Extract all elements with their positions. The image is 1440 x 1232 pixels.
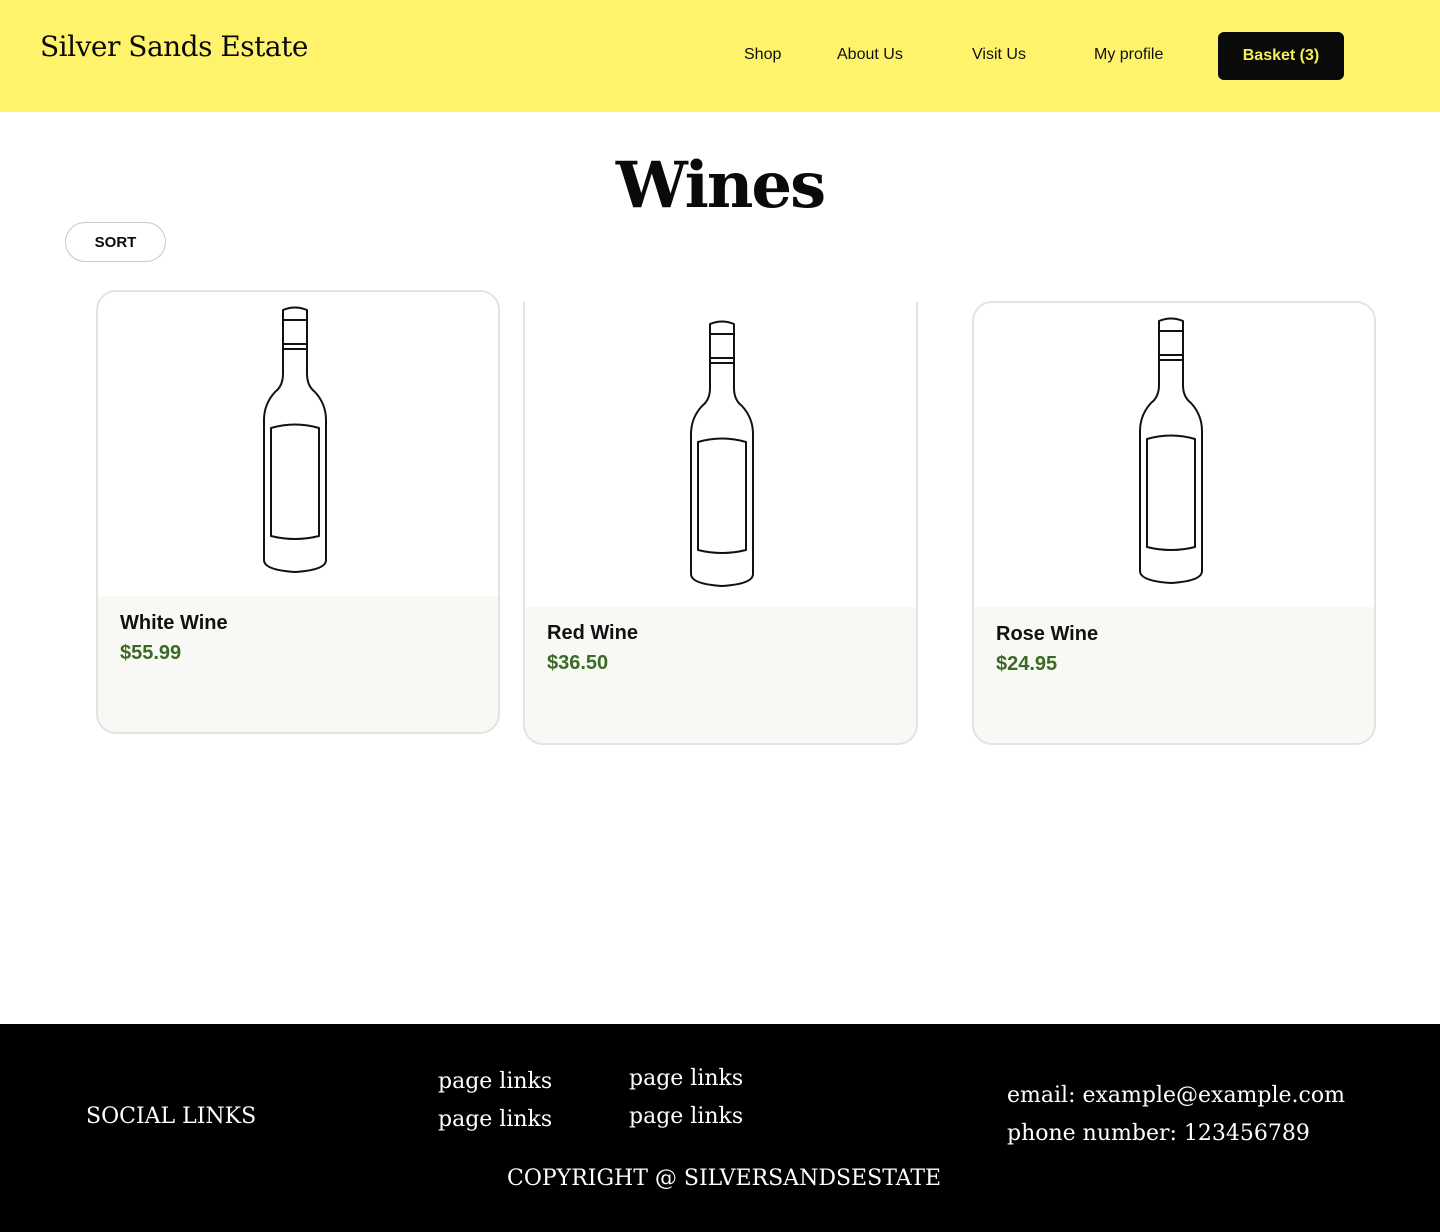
product-image [525, 302, 916, 607]
page-title: Wines [615, 148, 826, 223]
product-price: $24.95 [996, 653, 1058, 675]
wine-bottle-icon [690, 320, 754, 587]
product-name: White Wine [120, 612, 228, 634]
sort-button[interactable]: SORT [65, 222, 166, 262]
footer-page-link[interactable]: page links [438, 1069, 552, 1094]
brand-logo[interactable]: Silver Sands Estate [40, 30, 308, 63]
social-links[interactable]: SOCIAL LINKS [86, 1104, 256, 1129]
contact-email: email: example@example.com [1007, 1083, 1345, 1108]
wine-bottle-icon [1139, 317, 1203, 584]
product-name: Red Wine [547, 622, 638, 644]
nav-about-us[interactable]: About Us [837, 46, 903, 64]
nav-my-profile[interactable]: My profile [1094, 46, 1163, 64]
footer-page-link[interactable]: page links [438, 1107, 552, 1132]
contact-phone: phone number: 123456789 [1007, 1121, 1310, 1146]
product-name: Rose Wine [996, 623, 1099, 645]
product-price: $36.50 [547, 652, 609, 674]
copyright: COPYRIGHT @ SILVERSANDSESTATE [507, 1166, 942, 1191]
nav-visit-us[interactable]: Visit Us [972, 46, 1026, 64]
basket-button[interactable]: Basket (3) [1218, 32, 1344, 80]
footer-page-link[interactable]: page links [629, 1066, 743, 1091]
product-image [974, 303, 1374, 607]
product-image [98, 292, 498, 596]
wine-bottle-icon [263, 306, 327, 573]
nav-shop[interactable]: Shop [744, 46, 781, 64]
site-header: Silver Sands Estate Shop About Us Visit … [0, 0, 1440, 112]
product-card-white-wine[interactable]: White Wine $55.99 [96, 290, 500, 734]
product-card-red-wine[interactable]: Red Wine $36.50 [523, 302, 918, 745]
product-card-rose-wine[interactable]: Rose Wine $24.95 [972, 301, 1376, 745]
product-price: $55.99 [120, 642, 182, 664]
site-footer: SOCIAL LINKS page links page links page … [0, 1024, 1440, 1232]
footer-page-link[interactable]: page links [629, 1104, 743, 1129]
